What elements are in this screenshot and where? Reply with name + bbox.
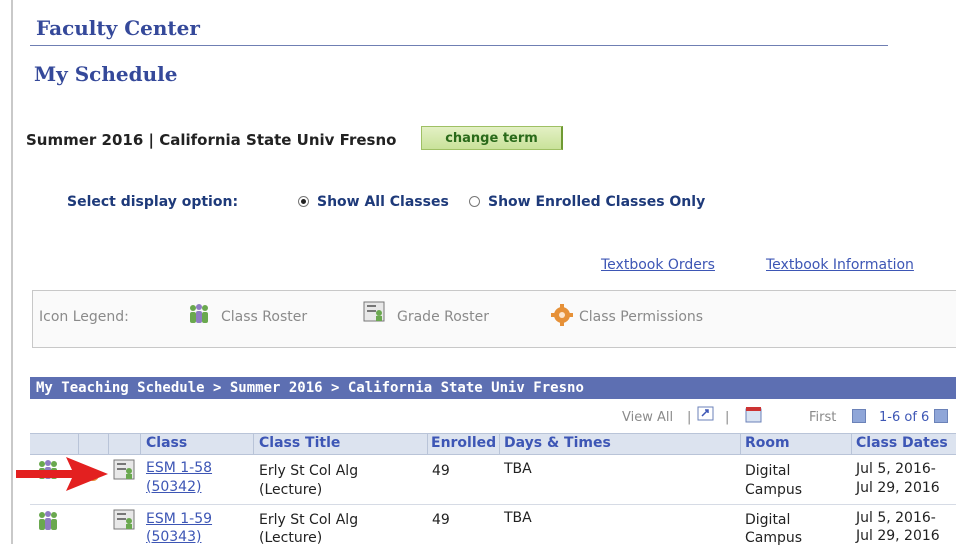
first-page-link: First — [809, 410, 837, 425]
textbook-orders-link[interactable]: Textbook Orders — [601, 257, 715, 273]
enrolled-count: 49 — [432, 512, 450, 528]
change-term-button[interactable]: change term — [421, 126, 563, 150]
room-detail: Campus — [745, 482, 803, 498]
show-all-classes-radio[interactable] — [298, 196, 309, 207]
app-title: Faculty Center — [36, 16, 200, 40]
nav-separator: | — [687, 410, 692, 425]
column-header-enrolled[interactable]: Enrolled — [431, 435, 496, 451]
class-permissions-icon — [550, 303, 574, 327]
column-divider — [78, 433, 79, 455]
class-number-link[interactable]: (50343) — [146, 528, 201, 547]
zoom-icon[interactable] — [697, 406, 715, 422]
class-component: (Lecture) — [259, 530, 323, 546]
column-divider — [499, 433, 500, 455]
column-header-class[interactable]: Class — [146, 435, 187, 451]
column-divider — [740, 433, 741, 455]
display-option-label: Select display option: — [67, 194, 239, 210]
class-link[interactable]: ESM 1-58 — [146, 459, 212, 478]
class-link[interactable]: ESM 1-59 — [146, 510, 212, 529]
days-times: TBA — [504, 461, 532, 477]
column-header-class-dates[interactable]: Class Dates — [856, 435, 948, 451]
class-title: Erly St Col Alg — [259, 463, 359, 479]
column-divider — [140, 433, 141, 455]
textbook-information-link[interactable]: Textbook Information — [766, 257, 914, 273]
next-page-button[interactable] — [934, 409, 948, 423]
red-arrow-annotation — [14, 455, 110, 499]
icon-legend-label: Icon Legend: — [39, 309, 129, 325]
page-range: 1-6 of 6 — [879, 410, 930, 425]
room-detail: Campus — [745, 530, 803, 546]
show-enrolled-classes-radio[interactable] — [469, 196, 480, 207]
row-divider — [30, 504, 956, 505]
column-divider — [253, 433, 254, 455]
column-header-room[interactable]: Room — [745, 435, 790, 451]
class-roster-icon — [187, 303, 211, 325]
class-start-date: Jul 5, 2016- — [856, 510, 936, 526]
view-all-link[interactable]: View All — [622, 410, 673, 425]
column-divider — [851, 433, 852, 455]
room: Digital — [745, 512, 791, 528]
class-roster-legend-label: Class Roster — [221, 309, 308, 325]
column-header-class-title[interactable]: Class Title — [259, 435, 340, 451]
class-number-link[interactable]: (50342) — [146, 478, 201, 497]
show-all-classes-label[interactable]: Show All Classes — [317, 194, 449, 210]
grade-roster-icon[interactable] — [113, 509, 137, 531]
column-divider — [108, 433, 109, 455]
teaching-schedule-header: My Teaching Schedule > Summer 2016 > Cal… — [30, 377, 956, 399]
class-component: (Lecture) — [259, 482, 323, 498]
icon-legend: Icon Legend: Class Roster Grade Roster C… — [32, 290, 956, 348]
column-header-days-times[interactable]: Days & Times — [504, 435, 611, 451]
class-permissions-legend-label: Class Permissions — [579, 309, 704, 325]
show-enrolled-classes-label[interactable]: Show Enrolled Classes Only — [488, 194, 705, 210]
page-left-border — [11, 0, 13, 544]
title-divider — [30, 45, 888, 46]
grade-roster-icon[interactable] — [113, 459, 137, 481]
nav-separator: | — [725, 410, 730, 425]
class-end-date: Jul 29, 2016 — [856, 480, 940, 496]
page-title: My Schedule — [34, 62, 178, 86]
enrolled-count: 49 — [432, 463, 450, 479]
days-times: TBA — [504, 510, 532, 526]
class-start-date: Jul 5, 2016- — [856, 461, 936, 477]
class-title: Erly St Col Alg — [259, 512, 359, 528]
grade-roster-legend-label: Grade Roster — [397, 309, 489, 325]
column-divider — [427, 433, 428, 455]
class-end-date: Jul 29, 2016 — [856, 528, 940, 544]
current-term: Summer 2016 | California State Univ Fres… — [26, 131, 397, 149]
previous-page-button — [852, 409, 866, 423]
download-icon[interactable] — [745, 406, 763, 424]
room: Digital — [745, 463, 791, 479]
grade-roster-icon — [363, 301, 387, 323]
class-roster-icon[interactable] — [36, 510, 60, 532]
